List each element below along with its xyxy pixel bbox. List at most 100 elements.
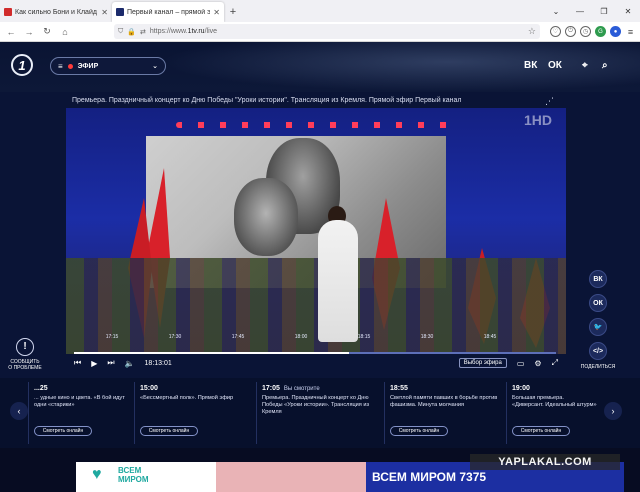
share-icon[interactable]: ⋰ [545,96,554,107]
forward-skip-icon[interactable]: ⏭ [107,358,114,368]
pocket-icon[interactable]: ♡ [550,26,561,37]
1hd-channel-badge: 1HD [524,112,553,128]
ad-brand-line1: ВСЕМ [118,466,142,475]
ok-share-button[interactable]: ОК [589,294,607,312]
url-prefix: https://www. [149,28,188,35]
embed-share-button[interactable]: </> [589,342,607,360]
fullscreen-icon[interactable]: ⤢ [552,358,558,368]
back-icon[interactable]: ← [4,25,18,39]
url-text[interactable]: https://www.1tv.ru/live [150,28,524,35]
schedule-item[interactable]: 18:55 Светлой памяти павших в борьбе про… [384,382,506,444]
permissions-icon[interactable]: ⇄ [140,28,146,36]
tab-1tv-live[interactable]: Первый канал – прямой эфир ✕ [112,2,224,22]
rewind-icon[interactable]: ⏮ [74,358,81,368]
home-icon[interactable]: ⌂ [58,25,72,39]
share-label: ПОДЕЛИТЬСЯ [580,364,616,370]
location-button[interactable]: ⌖ [582,60,588,71]
now-watching-label: Вы смотрите [283,386,320,392]
ext-green-icon[interactable]: G [595,26,606,37]
schedule-time: 17:05 Вы смотрите [262,385,373,392]
1tv-favicon-icon [116,8,124,16]
chevron-down-icon: ⌄ [152,63,158,70]
channel-one-logo[interactable]: 1 [11,54,33,76]
efir-dropdown-button[interactable]: ≡ ЭФИР ⌄ [50,57,166,75]
ok-header-link[interactable]: ОК [548,60,562,71]
time-value: 15:00 [140,385,158,392]
settings-gear-icon[interactable]: ⚙ [534,359,541,368]
schedule-item[interactable]: 19:00 Большая премьера. «Диверсант. Идеа… [506,382,602,444]
schedule-prev-button[interactable]: ‹ [10,402,28,420]
close-icon[interactable]: ✕ [101,8,108,17]
schedule-title: ... удные кино и цвета. «В бой идут одни… [34,395,125,408]
vk-header-link[interactable]: ВК [524,60,537,71]
timeline-ticks: 17:15 17:30 17:45 18:00 18:15 18:30 18:45 [72,334,552,344]
schedule-next-button[interactable]: › [604,402,622,420]
report-label-line2: О ПРОБЛЕМЕ [8,365,42,371]
ext-power-icon[interactable]: ⏻ [565,26,576,37]
shield-icon[interactable]: ⛉ [118,28,123,36]
report-problem-button[interactable]: ! СООБЩИТЬ О ПРОБЛЕМЕ [7,338,43,371]
chevron-left-icon: ‹ [17,406,21,416]
video-frame[interactable]: 1HD 17:15 17:30 17:45 18:00 18:15 18:30 18:45 [66,108,566,354]
schedule-item-current[interactable]: 17:05 Вы смотрите Премьера. Праздничный к… [256,382,378,444]
schedule-title: Светлой памяти павших в борьбе против фа… [390,395,498,408]
efir-label: ЭФИР [77,62,99,70]
hamburger-icon: ≡ [58,61,63,71]
new-tab-button[interactable]: + [224,2,242,22]
time-value: 18:55 [390,385,408,392]
time-value: 17:05 [262,385,280,392]
extensions-toolbar: ♡ ⏻ ◷ G ● ≡ [550,26,636,37]
forward-icon[interactable]: → [22,25,36,39]
current-time: 18:13:01 [144,359,172,367]
menu-icon[interactable]: ≡ [625,26,636,37]
tab-label: Первый канал – прямой эфир [127,8,211,16]
tab-list-icon[interactable]: ⌄ [544,7,568,16]
maximize-icon[interactable]: ❐ [592,7,616,16]
reload-icon[interactable]: ↻ [40,25,54,39]
timeline-tick-label: 18:30 [420,334,434,340]
timeline-tick-label: 18:00 [294,334,308,340]
twitter-share-button[interactable]: 🐦 [589,318,607,336]
broadcast-select[interactable]: Выбор эфира [458,358,507,368]
timeline-tick-label: 18:15 [357,334,371,340]
watch-online-button[interactable]: Смотреть онлайн [140,426,198,436]
screen-root: Как сильно Бони и Клайд пол ✕ Первый кан… [0,0,640,492]
minimize-icon[interactable]: — [568,7,592,16]
address-bar[interactable]: ⛉ 🔒 ⇄ https://www.1tv.ru/live ☆ [114,24,540,39]
vk-share-button[interactable]: ВК [589,270,607,288]
schedule-time: ...25 [34,385,129,392]
timeline-tick-label: 18:45 [483,334,497,340]
close-window-icon[interactable]: ✕ [616,7,640,16]
search-button[interactable]: ⌕ [602,60,608,71]
ad-sms-number: ВСЕМ МИРОМ 7375 [372,470,487,484]
bookmark-star-icon[interactable]: ☆ [528,26,536,37]
pip-icon[interactable]: ▭ [517,359,525,368]
lock-icon[interactable]: 🔒 [127,28,136,36]
play-icon[interactable]: ▶ [91,359,97,368]
browser-tabbar: Как сильно Бони и Клайд пол ✕ Первый кан… [0,0,640,22]
ext-blue-icon[interactable]: ● [610,26,621,37]
timeline-tick-label: 17:45 [231,334,245,340]
watch-online-button[interactable]: Смотреть онлайн [390,426,448,436]
location-icon: ⌖ [582,60,588,71]
watch-online-button[interactable]: Смотреть онлайн [34,426,92,436]
url-path: /live [204,28,218,35]
volume-icon[interactable]: 🔈 [125,359,135,368]
vk-icon: ВК [524,60,538,71]
schedule-item[interactable]: 15:00 «Бессмертный полк». Прямой эфир См… [134,382,256,444]
window-controls: ⌄ — ❐ ✕ [544,0,640,22]
ext-clock-icon[interactable]: ◷ [580,26,591,37]
search-icon: ⌕ [602,60,608,71]
url-domain: 1tv.ru [187,28,205,35]
browser-navbar: ← → ↻ ⌂ ⛉ 🔒 ⇄ https://www.1tv.ru/live ☆ … [0,22,640,42]
tab-label: Как сильно Бони и Клайд пол [15,8,98,16]
ad-brand-line2: МИРОМ [118,475,149,484]
yaplakal-favicon-icon [4,8,12,16]
singer-in-white-dress [318,220,358,342]
player-controls: ⏮ ▶ ⏭ 🔈 18:13:01 Выбор эфира ▭ ⚙ ⤢ [66,354,566,372]
watch-online-button[interactable]: Смотреть онлайн [512,426,570,436]
close-icon[interactable]: ✕ [213,8,220,17]
tab-bonnie-clyde[interactable]: Как сильно Бони и Клайд пол ✕ [0,2,112,22]
social-share-column: ВК ОК 🐦 </> [586,270,610,360]
schedule-item[interactable]: ...25 ... удные кино и цвета. «В бой иду… [28,382,134,444]
